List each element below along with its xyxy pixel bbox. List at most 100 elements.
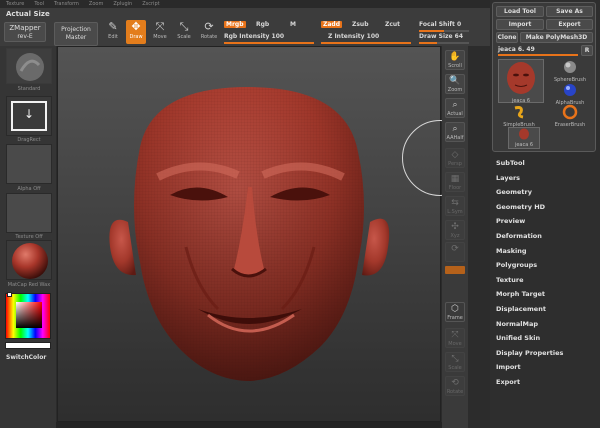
alpha-thumb[interactable] bbox=[6, 144, 52, 184]
m-toggle[interactable]: M bbox=[290, 21, 296, 28]
dock-button-9[interactable]: ⟳ bbox=[445, 242, 465, 262]
move-icon: ⤧ bbox=[155, 20, 165, 33]
rotate-tool-button[interactable]: ⟳ Rotate bbox=[199, 20, 219, 44]
menu-zoom[interactable]: Zoom bbox=[89, 0, 103, 8]
frame-icon: ⬡ bbox=[451, 304, 459, 314]
dock-scale-button[interactable]: ⤡ Scale bbox=[445, 352, 465, 372]
menu-unified-skin[interactable]: Unified Skin bbox=[496, 331, 596, 346]
menu-tool[interactable]: Tool bbox=[34, 0, 44, 8]
menu-zplugin[interactable]: Zplugin bbox=[113, 0, 132, 8]
aahalf-button[interactable]: ⌕ AAHalf bbox=[445, 122, 465, 142]
load-tool-button[interactable]: Load Tool bbox=[496, 6, 544, 17]
menu-import[interactable]: Import bbox=[496, 360, 596, 375]
z-intensity-track[interactable] bbox=[321, 42, 411, 44]
sculpted-head-model bbox=[109, 87, 390, 381]
edit-icon: ✎ bbox=[108, 20, 118, 33]
draw-size-fill bbox=[419, 42, 437, 44]
actual-button[interactable]: ⌕ Actual bbox=[445, 98, 465, 118]
dock-9-icon: ⟳ bbox=[451, 244, 459, 254]
standard-brush-thumb[interactable] bbox=[6, 48, 52, 84]
zadd-toggle[interactable]: Zadd bbox=[321, 21, 342, 28]
menu-texture[interactable]: Texture bbox=[496, 273, 596, 288]
actual-size-label[interactable]: Actual Size bbox=[6, 10, 50, 18]
draw-label: Draw bbox=[129, 34, 143, 40]
z-intensity-slider[interactable]: Z Intensity 100 bbox=[328, 33, 379, 40]
menu-layers[interactable]: Layers bbox=[496, 171, 596, 186]
import-tool-button[interactable]: Import bbox=[496, 19, 544, 30]
color-picker-square[interactable] bbox=[16, 302, 42, 328]
simple-brush-icon bbox=[514, 106, 524, 119]
aahalf-icon: ⌕ bbox=[452, 124, 458, 134]
zoom-button[interactable]: 🔍 Zoom bbox=[445, 74, 465, 94]
subtool-thumb[interactable]: jeaca 6 bbox=[508, 127, 540, 149]
menu-export[interactable]: Export bbox=[496, 375, 596, 390]
rgb-intensity-track[interactable] bbox=[224, 42, 314, 44]
floor-button[interactable]: ▦ Floor bbox=[445, 172, 465, 192]
menu-displacement[interactable]: Displacement bbox=[496, 302, 596, 317]
r-button[interactable]: R bbox=[581, 45, 593, 56]
alpha-brush[interactable]: AlphaBrush bbox=[547, 82, 593, 106]
menu-deformation[interactable]: Deformation bbox=[496, 229, 596, 244]
material-thumb[interactable] bbox=[6, 240, 52, 280]
menu-zscript[interactable]: Zscript bbox=[142, 0, 159, 8]
rotate-label: Rotate bbox=[200, 34, 218, 40]
matcap-sphere-icon bbox=[12, 243, 48, 279]
export-tool-button[interactable]: Export bbox=[546, 19, 593, 30]
menu-geometry[interactable]: Geometry bbox=[496, 185, 596, 200]
menu-transform[interactable]: Transform bbox=[54, 0, 79, 8]
rgb-intensity-slider[interactable]: Rgb Intensity 100 bbox=[224, 33, 284, 40]
current-tool-slider[interactable] bbox=[498, 54, 578, 56]
local-sym-button[interactable]: ⇆ L.Sym bbox=[445, 196, 465, 216]
projection-master-button[interactable]: Projection Master bbox=[54, 22, 98, 46]
menu-geometry-hd[interactable]: Geometry HD bbox=[496, 200, 596, 215]
focal-shift-track[interactable] bbox=[419, 30, 469, 32]
zmapper-rev: rev-E bbox=[17, 32, 33, 40]
z-intensity-fill bbox=[321, 42, 411, 44]
focal-shift-slider[interactable]: Focal Shift 0 bbox=[419, 21, 461, 28]
clone-button[interactable]: Clone bbox=[496, 32, 518, 43]
persp-button[interactable]: ◇ Persp bbox=[445, 148, 465, 168]
mrgb-toggle[interactable]: Mrgb bbox=[224, 21, 246, 28]
color-picker[interactable] bbox=[5, 293, 51, 339]
eraser-brush[interactable]: EraserBrush bbox=[547, 104, 593, 128]
menu-normalmap[interactable]: NormalMap bbox=[496, 317, 596, 332]
menu-display-properties[interactable]: Display Properties bbox=[496, 346, 596, 361]
xyz-button[interactable]: ✣ Xyz bbox=[445, 220, 465, 240]
menu-texture[interactable]: Texture bbox=[6, 0, 24, 8]
draw-size-slider[interactable]: Draw Size 64 bbox=[419, 33, 463, 40]
dock-move-icon: ⤧ bbox=[451, 330, 459, 340]
frame-button[interactable]: ⬡ Frame bbox=[445, 302, 465, 322]
menu-subtool[interactable]: SubTool bbox=[496, 156, 596, 171]
canvas-viewport[interactable] bbox=[57, 46, 441, 422]
switch-color-button[interactable]: SwitchColor bbox=[6, 354, 46, 361]
zmapper-button[interactable]: ZMapper rev-E bbox=[4, 22, 46, 42]
main-color-swatch[interactable] bbox=[5, 342, 51, 349]
move-tool-button[interactable]: ⤧ Move bbox=[150, 20, 170, 44]
menu-preview[interactable]: Preview bbox=[496, 214, 596, 229]
current-tool-thumb[interactable]: jeaca 6 bbox=[498, 59, 544, 104]
menu-morph-target[interactable]: Morph Target bbox=[496, 287, 596, 302]
save-as-button[interactable]: Save As bbox=[546, 6, 593, 17]
xyz-icon: ✣ bbox=[451, 222, 459, 232]
dock-orange-indicator[interactable] bbox=[445, 266, 465, 274]
draw-size-track[interactable] bbox=[419, 42, 469, 44]
dragrect-stroke-thumb[interactable]: ↓ bbox=[6, 96, 52, 136]
menu-masking[interactable]: Masking bbox=[496, 244, 596, 259]
draw-tool-button[interactable]: ✥ Draw bbox=[126, 20, 146, 44]
tool-subpalette-list: SubTool Layers Geometry Geometry HD Prev… bbox=[496, 156, 596, 390]
sphere-brush[interactable]: SphereBrush bbox=[547, 59, 593, 83]
zsub-toggle[interactable]: Zsub bbox=[352, 21, 369, 28]
scroll-button[interactable]: ✋ Scroll bbox=[445, 50, 465, 70]
dock-move-button[interactable]: ⤧ Move bbox=[445, 328, 465, 348]
edit-tool-button[interactable]: ✎ Edit bbox=[103, 20, 123, 44]
scale-tool-button[interactable]: ⤡ Scale bbox=[174, 20, 194, 44]
make-polymesh-button[interactable]: Make PolyMesh3D bbox=[520, 32, 593, 43]
zcut-toggle[interactable]: Zcut bbox=[385, 21, 400, 28]
rgb-toggle[interactable]: Rgb bbox=[256, 21, 269, 28]
texture-thumb[interactable] bbox=[6, 193, 52, 233]
simple-brush[interactable]: SimpleBrush bbox=[496, 104, 542, 128]
scroll-icon: ✋ bbox=[449, 52, 461, 62]
secondary-color-swatch[interactable] bbox=[7, 292, 12, 297]
dock-rotate-button[interactable]: ⟲ Rotate bbox=[445, 376, 465, 396]
menu-polygroups[interactable]: Polygroups bbox=[496, 258, 596, 273]
